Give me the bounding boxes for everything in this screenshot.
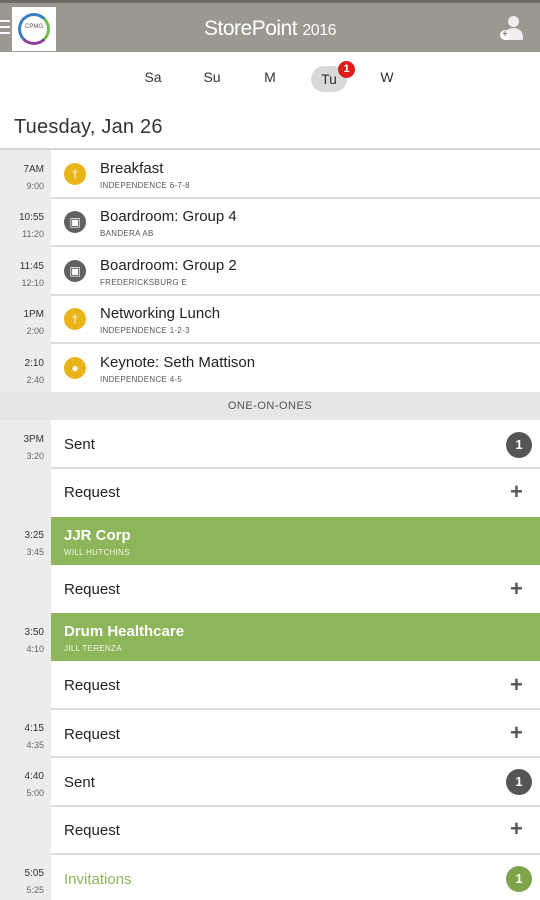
event-location: INDEPENDENCE 4-5 xyxy=(100,375,183,384)
slot-end-time: 3:45 xyxy=(26,547,44,557)
slot-end-time: 5:00 xyxy=(26,788,44,798)
event-title: Networking Lunch xyxy=(100,305,221,322)
slot-start-time: 3:50 xyxy=(24,627,44,638)
app-title-name: StorePoint xyxy=(204,17,298,40)
add-request-button[interactable]: + xyxy=(510,722,523,744)
event-location: BANDERA AB xyxy=(100,229,154,238)
event-start-time: 11:45 xyxy=(19,261,44,272)
notification-badge: 1 xyxy=(338,61,355,78)
event-location: INDEPENDENCE 6-7-8 xyxy=(100,181,190,190)
slot-start-time: 4:40 xyxy=(24,771,44,782)
presentation-icon: ▣ xyxy=(64,211,86,233)
meeting-row[interactable]: 3:25 3:45 JJR Corp WILL HUTCHINS xyxy=(0,517,540,565)
slot-label: Request xyxy=(64,726,120,743)
date-heading: Tuesday, Jan 26 xyxy=(14,116,163,138)
meeting-contact: WILL HUTCHINS xyxy=(64,548,130,557)
slot-row[interactable]: Request + xyxy=(0,469,540,516)
add-request-button[interactable]: + xyxy=(510,818,523,840)
slot-label: Sent xyxy=(64,436,95,453)
event-row[interactable]: 11:45 12:10 ▣ Boardroom: Group 2 FREDERI… xyxy=(0,247,540,294)
invitations-label: Invitations xyxy=(64,871,132,888)
event-end-time: 12:10 xyxy=(21,278,44,288)
slot-label: Request xyxy=(64,822,120,839)
slot-label: Request xyxy=(64,484,120,501)
slot-row[interactable]: 3PM 3:20 Sent 1 xyxy=(0,420,540,468)
add-request-button[interactable]: + xyxy=(510,481,523,503)
slot-label: Request xyxy=(64,581,120,598)
invitations-count-badge: 1 xyxy=(506,866,532,892)
slot-row[interactable]: Request + xyxy=(0,807,540,854)
app-title-year: 2016 xyxy=(302,22,336,39)
event-title: Boardroom: Group 2 xyxy=(100,257,237,274)
slot-end-time: 5:25 xyxy=(26,885,44,895)
sent-count-badge: 1 xyxy=(506,769,532,795)
day-tab-m[interactable]: M xyxy=(252,69,288,85)
slot-label: Request xyxy=(64,677,120,694)
event-title: Boardroom: Group 4 xyxy=(100,208,237,225)
meeting-company: Drum Healthcare xyxy=(64,623,185,640)
slot-start-time: 3:25 xyxy=(24,530,44,541)
presentation-icon: ▣ xyxy=(64,260,86,282)
day-tab-sa[interactable]: Sa xyxy=(135,69,171,85)
event-end-time: 9:00 xyxy=(26,181,44,191)
day-selector: Sa Su M Tu W xyxy=(0,52,540,107)
day-tab-su[interactable]: Su xyxy=(194,69,230,85)
meeting-bar[interactable]: Drum Healthcare JILL TERENZA xyxy=(51,613,540,661)
meeting-row[interactable]: 3:50 4:10 Drum Healthcare JILL TERENZA xyxy=(0,613,540,661)
section-header-one-on-ones: ONE-ON-ONES xyxy=(0,392,540,420)
day-tab-w[interactable]: W xyxy=(369,69,405,85)
event-row[interactable]: 7AM 9:00 † Breakfast INDEPENDENCE 6-7-8 xyxy=(0,150,540,198)
utensils-icon: † xyxy=(64,163,86,185)
event-start-time: 10:55 xyxy=(18,212,44,223)
slot-row[interactable]: Request + xyxy=(0,661,540,708)
meeting-bar[interactable]: JJR Corp WILL HUTCHINS xyxy=(51,517,540,565)
event-row[interactable]: 10:55 11:20 ▣ Boardroom: Group 4 BANDERA… xyxy=(0,199,540,246)
microphone-icon: ● xyxy=(64,357,86,379)
app-header: CPMG StorePoint 2016 + xyxy=(0,0,540,52)
slot-row[interactable]: 5:05 5:25 Invitations 1 xyxy=(0,855,540,900)
event-start-time: 7AM xyxy=(23,164,44,175)
sent-count-badge: 1 xyxy=(506,432,532,458)
event-end-time: 2:00 xyxy=(26,326,44,336)
utensils-icon: † xyxy=(64,308,86,330)
add-request-button[interactable]: + xyxy=(510,578,523,600)
event-title: Breakfast xyxy=(100,160,164,177)
event-start-time: 2:10 xyxy=(24,358,44,369)
event-location: INDEPENDENCE 1-2-3 xyxy=(100,326,190,335)
slot-row[interactable]: Request + xyxy=(0,565,540,612)
meeting-company: JJR Corp xyxy=(64,527,131,544)
slot-row[interactable]: 4:15 4:35 Request + xyxy=(0,710,540,757)
add-user-icon[interactable]: + xyxy=(500,16,526,42)
event-location: FREDERICKSBURG E xyxy=(100,278,188,287)
slot-start-time: 5:05 xyxy=(24,868,44,879)
event-end-time: 2:40 xyxy=(26,375,44,385)
slot-end-time: 4:35 xyxy=(26,740,44,750)
add-request-button[interactable]: + xyxy=(510,674,523,696)
slot-row[interactable]: 4:40 5:00 Sent 1 xyxy=(0,758,540,806)
slot-end-time: 3:20 xyxy=(26,451,44,461)
meeting-contact: JILL TERENZA xyxy=(64,644,122,653)
app-title: StorePoint 2016 xyxy=(0,17,540,41)
slot-start-time: 3PM xyxy=(23,434,44,445)
slot-end-time: 4:10 xyxy=(26,644,44,654)
event-row[interactable]: 1PM 2:00 † Networking Lunch INDEPENDENCE… xyxy=(0,296,540,343)
event-row[interactable]: 2:10 2:40 ● Keynote: Seth Mattison INDEP… xyxy=(0,344,540,392)
event-title: Keynote: Seth Mattison xyxy=(100,354,256,371)
slot-label: Sent xyxy=(64,774,95,791)
slot-start-time: 4:15 xyxy=(24,723,44,734)
event-end-time: 11:20 xyxy=(22,229,44,239)
event-start-time: 1PM xyxy=(23,309,44,320)
